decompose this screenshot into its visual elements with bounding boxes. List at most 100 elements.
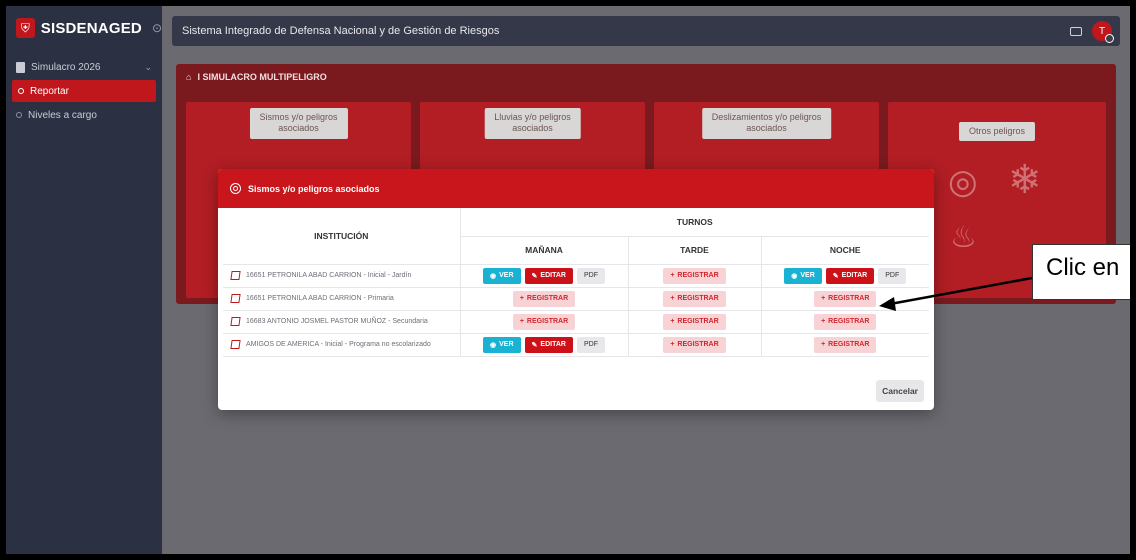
modal-dialog: Sismos y/o peligros asociados INSTITUCIÓ… [218,169,934,410]
pencil-icon: ✎ [531,341,538,349]
top-bar: Sistema Integrado de Defensa Nacional y … [172,16,1120,46]
shift-cell: + REGISTRAR [628,333,762,357]
view-button[interactable]: ◉ VER [483,336,521,353]
table-row: 16651 PETRONILA ABAD CARRION - Inicial -… [223,264,929,288]
plus-icon: + [821,318,826,325]
shift-cell: + REGISTRAR [460,310,629,334]
plus-icon: + [821,295,826,302]
plus-icon: + [670,272,675,279]
shift-cell: ◉ VER ✎ EDITAR PDF [460,333,629,357]
register-button[interactable]: + REGISTRAR [512,290,576,307]
chevron-down-icon: ⌄ [144,61,152,72]
column-header-tarde: TARDE [628,236,762,265]
pencil-icon: ✎ [531,272,538,280]
sidebar-item-reportar[interactable]: Reportar [12,80,156,102]
shift-cell: ◉ VER ✎ EDITAR PDF [761,264,929,288]
shift-cell: + REGISTRAR [761,333,929,357]
app-window: ⛨ SISDENAGED ⊙ Simulacro 2026 ⌄ Reportar… [6,6,1130,554]
plus-icon: + [519,295,524,302]
register-button[interactable]: + REGISTRAR [663,290,726,307]
institution-name: 16651 PETRONILA ABAD CARRION - Inicial -… [246,272,412,279]
pdf-button[interactable]: PDF [878,267,907,284]
school-icon [230,340,241,349]
snowflake-icon: ❄ [1008,158,1042,202]
card-title: ⌂ I SIMULACRO MULTIPELIGRO [176,64,1116,90]
sidebar-group-label: Simulacro 2026 [31,61,101,73]
register-button[interactable]: + REGISTRAR [663,336,726,353]
eye-icon: ◉ [490,341,497,349]
shift-cell: + REGISTRAR [628,287,762,311]
brand: ⛨ SISDENAGED ⊙ [6,6,162,50]
sidebar: ⛨ SISDENAGED ⊙ Simulacro 2026 ⌄ Reportar… [6,6,162,554]
cancel-button[interactable]: Cancelar [876,380,924,402]
sidebar-item-label: Reportar [30,85,69,97]
edit-button[interactable]: ✎ EDITAR [524,267,573,284]
tile-label: Sismos y/o peligros asociados [249,108,348,139]
table-row: 16683 ANTONIO JOSMEL PASTOR MUÑOZ - Secu… [223,310,929,334]
school-icon [230,271,241,280]
institution-cell: 16683 ANTONIO JOSMEL PASTOR MUÑOZ - Secu… [223,310,461,334]
pdf-button[interactable]: PDF [576,336,605,353]
sidebar-group-simulacro[interactable]: Simulacro 2026 ⌄ [6,56,162,78]
pencil-icon: ✎ [832,272,839,280]
shift-cell: ◉ VER ✎ EDITAR PDF [460,264,629,288]
table-row: 16651 PETRONILA ABAD CARRION - Primaria +… [223,287,929,311]
circle-icon [16,112,22,118]
view-button[interactable]: ◉ VER [784,267,822,284]
shield-logo-icon: ⛨ [16,18,35,38]
tile-label: Deslizamientos y/o peligros asociados [701,108,832,139]
institution-cell: 16651 PETRONILA ABAD CARRION - Inicial -… [223,264,461,288]
register-button[interactable]: + REGISTRAR [814,313,877,330]
shift-cell: + REGISTRAR [761,287,929,311]
edit-button[interactable]: ✎ EDITAR [825,267,875,284]
school-icon [230,294,241,303]
shift-cell: + REGISTRAR [460,287,629,311]
header-title: Sistema Integrado de Defensa Nacional y … [182,25,500,37]
plus-icon: + [670,341,675,348]
register-button[interactable]: + REGISTRAR [814,290,877,307]
column-header-noche: NOCHE [761,236,929,265]
register-button[interactable]: + REGISTRAR [512,313,576,330]
gear-icon [230,183,241,194]
eye-icon: ◉ [490,272,497,280]
modal-title: Sismos y/o peligros asociados [248,183,380,194]
tile-label: Otros peligros [958,122,1036,142]
register-button[interactable]: + REGISTRAR [814,336,877,353]
institution-name: AMIGOS DE AMERICA - Inicial - Programa n… [246,341,431,348]
edit-button[interactable]: ✎ EDITAR [524,336,573,353]
institution-cell: AMIGOS DE AMERICA - Inicial - Programa n… [223,333,461,357]
column-header-manana: MAÑANA [460,236,629,265]
institution-name: 16683 ANTONIO JOSMEL PASTOR MUÑOZ - Secu… [246,318,428,325]
card-title-text: I SIMULACRO MULTIPELIGRO [197,72,327,82]
sidebar-item-niveles[interactable]: Niveles a cargo [6,104,162,126]
school-icon [230,317,241,326]
plus-icon: + [670,318,675,325]
shift-cell: + REGISTRAR [628,310,762,334]
avatar[interactable]: T [1092,21,1114,43]
eye-icon: ◉ [791,272,798,280]
register-button[interactable]: + REGISTRAR [663,267,726,284]
sidebar-item-label: Niveles a cargo [28,109,97,121]
wave-icon: ◎ [948,163,978,201]
register-button[interactable]: + REGISTRAR [663,313,726,330]
table-row: AMIGOS DE AMERICA - Inicial - Programa n… [223,333,929,357]
shift-cell: + REGISTRAR [761,310,929,334]
collapse-toggle-icon[interactable]: ⊙ [152,21,162,35]
plus-icon: + [821,341,826,348]
institution-cell: 16651 PETRONILA ABAD CARRION - Primaria [223,287,461,311]
fire-icon: ♨ [950,221,977,254]
column-header-turnos: TURNOS [460,208,929,237]
shifts-table: INSTITUCIÓN TURNOS MAÑANA TARDE NOCHE 16… [223,208,929,357]
institution-name: 16651 PETRONILA ABAD CARRION - Primaria [246,295,394,302]
brand-name: SISDENAGED [40,19,142,37]
circle-icon [18,88,24,94]
column-header-institucion: INSTITUCIÓN [223,208,461,265]
view-button[interactable]: ◉ VER [483,267,521,284]
pdf-button[interactable]: PDF [576,267,605,284]
monitor-icon[interactable] [1070,26,1082,36]
plus-icon: + [519,318,524,325]
plus-icon: + [670,295,675,302]
graduation-cap-icon: ⌂ [186,72,192,82]
document-icon [16,61,25,73]
tile-label: Lluvias y/o peligros asociados [484,108,581,139]
